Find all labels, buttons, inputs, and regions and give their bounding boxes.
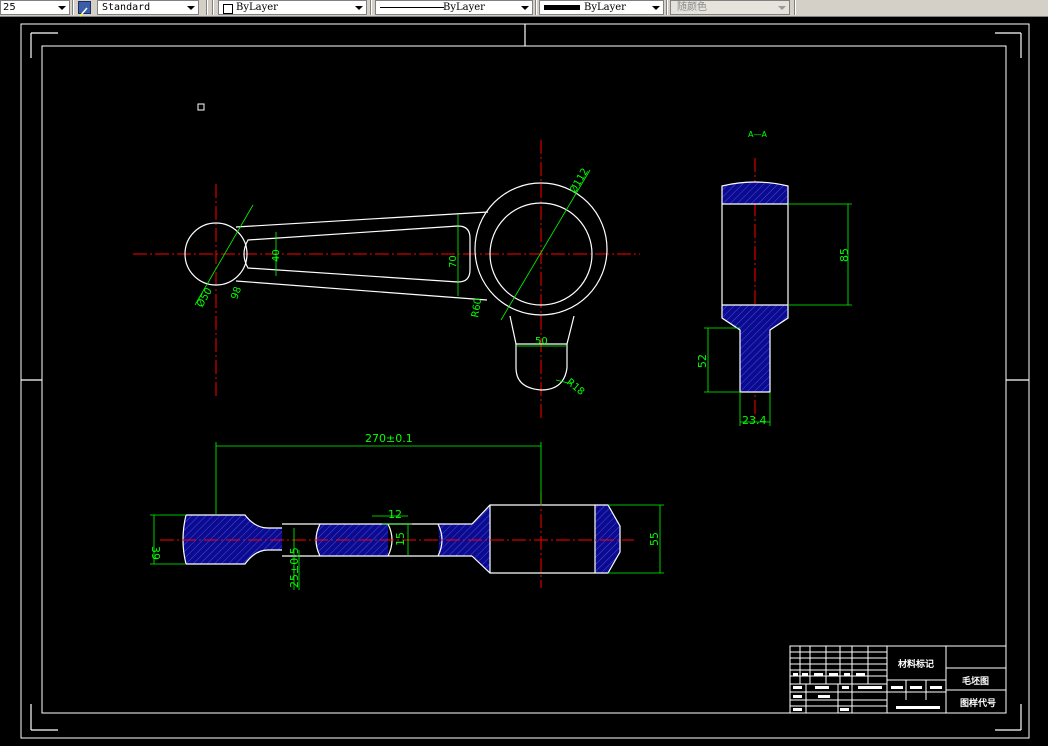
chevron-down-icon[interactable] [521, 6, 529, 10]
centerlines [133, 140, 640, 418]
chevron-down-icon[interactable] [778, 6, 786, 10]
dim-270: 270±0.1 [365, 432, 413, 445]
toolbar-separator [72, 0, 74, 15]
ucs-marker [197, 103, 205, 111]
toolbar-separator [206, 0, 208, 15]
text-style-icon[interactable] [78, 1, 91, 17]
properties-toolbar: 25 Standard ByLayer ByLayer ByLayer 随颜色 [0, 0, 1048, 17]
dim-r18: R18 [564, 377, 586, 398]
color-swatch [223, 4, 233, 14]
dim-r36: 98 [229, 285, 244, 301]
dim-52: 52 [696, 354, 709, 368]
chevron-down-icon[interactable] [652, 6, 660, 10]
dim-85: 85 [838, 248, 851, 262]
toolbar-separator [666, 0, 668, 15]
dim-25: 25±0.5 [288, 547, 301, 588]
section-label: A—A [748, 130, 767, 139]
text-style-dropdown[interactable]: Standard [97, 0, 199, 15]
dim-r60: R60 [470, 297, 484, 318]
dim-phi50: Ø50 [194, 286, 215, 310]
lineweight-dropdown[interactable]: ByLayer [539, 0, 664, 15]
dimension-lines [194, 169, 591, 385]
dim-scale-dropdown[interactable]: 25 [0, 0, 70, 15]
chevron-down-icon[interactable] [355, 6, 363, 10]
part-outline [184, 182, 608, 391]
dim-scale-value: 25 [3, 2, 16, 13]
linetype-value: ByLayer [443, 2, 485, 13]
dim-phi112: Ø112 [567, 166, 591, 195]
toolbar-separator [535, 0, 537, 15]
lineweight-value: ByLayer [584, 2, 626, 13]
chevron-down-icon[interactable] [187, 6, 195, 10]
linetype-preview [380, 7, 444, 8]
bottom-view: 270±0.1 12 15 39 25±0.5 55 [149, 432, 664, 590]
dim-55: 55 [648, 532, 661, 546]
material-label: 材料标记 [897, 658, 934, 670]
toolbar-separator [794, 0, 796, 15]
dim-40: 40 [271, 249, 282, 262]
layer-color-dropdown[interactable]: ByLayer [218, 0, 367, 15]
dim-12: 12 [388, 508, 402, 521]
dim-50: 50 [535, 336, 548, 347]
centering-marks [21, 24, 1029, 731]
linetype-dropdown[interactable]: ByLayer [375, 0, 533, 15]
toolbar-separator [212, 0, 214, 15]
sheet-border [20, 23, 1030, 739]
cad-drawing[interactable]: Ø112 Ø50 98 40 70 R60 50 R18 A—A 85 52 2… [0, 16, 1048, 742]
layer-color-value: ByLayer [236, 2, 278, 13]
lineweight-preview [544, 5, 580, 10]
drawing-name: 毛坯图 [962, 675, 989, 687]
dim-23-4: 23.4 [742, 414, 767, 427]
dim-70: 70 [448, 255, 459, 268]
dim-39: 39 [149, 546, 162, 560]
dimension-texts: 85 52 23.4 [696, 248, 851, 427]
section-view: A—A 85 52 23.4 [696, 130, 852, 427]
text-style-value: Standard [102, 2, 151, 13]
front-view: Ø112 Ø50 98 40 70 R60 50 R18 [133, 140, 640, 418]
title-block: 材料标记 毛坯图 图样代号 [789, 645, 1007, 714]
chevron-down-icon[interactable] [58, 6, 66, 10]
dim-15: 15 [394, 532, 407, 546]
plot-style-dropdown[interactable]: 随颜色 [670, 0, 790, 15]
drawing-canvas[interactable]: Ø112 Ø50 98 40 70 R60 50 R18 A—A 85 52 2… [0, 16, 1048, 742]
toolbar-separator [370, 0, 372, 15]
drawing-code-label: 图样代号 [960, 697, 996, 709]
plot-style-value: 随颜色 [677, 2, 707, 13]
